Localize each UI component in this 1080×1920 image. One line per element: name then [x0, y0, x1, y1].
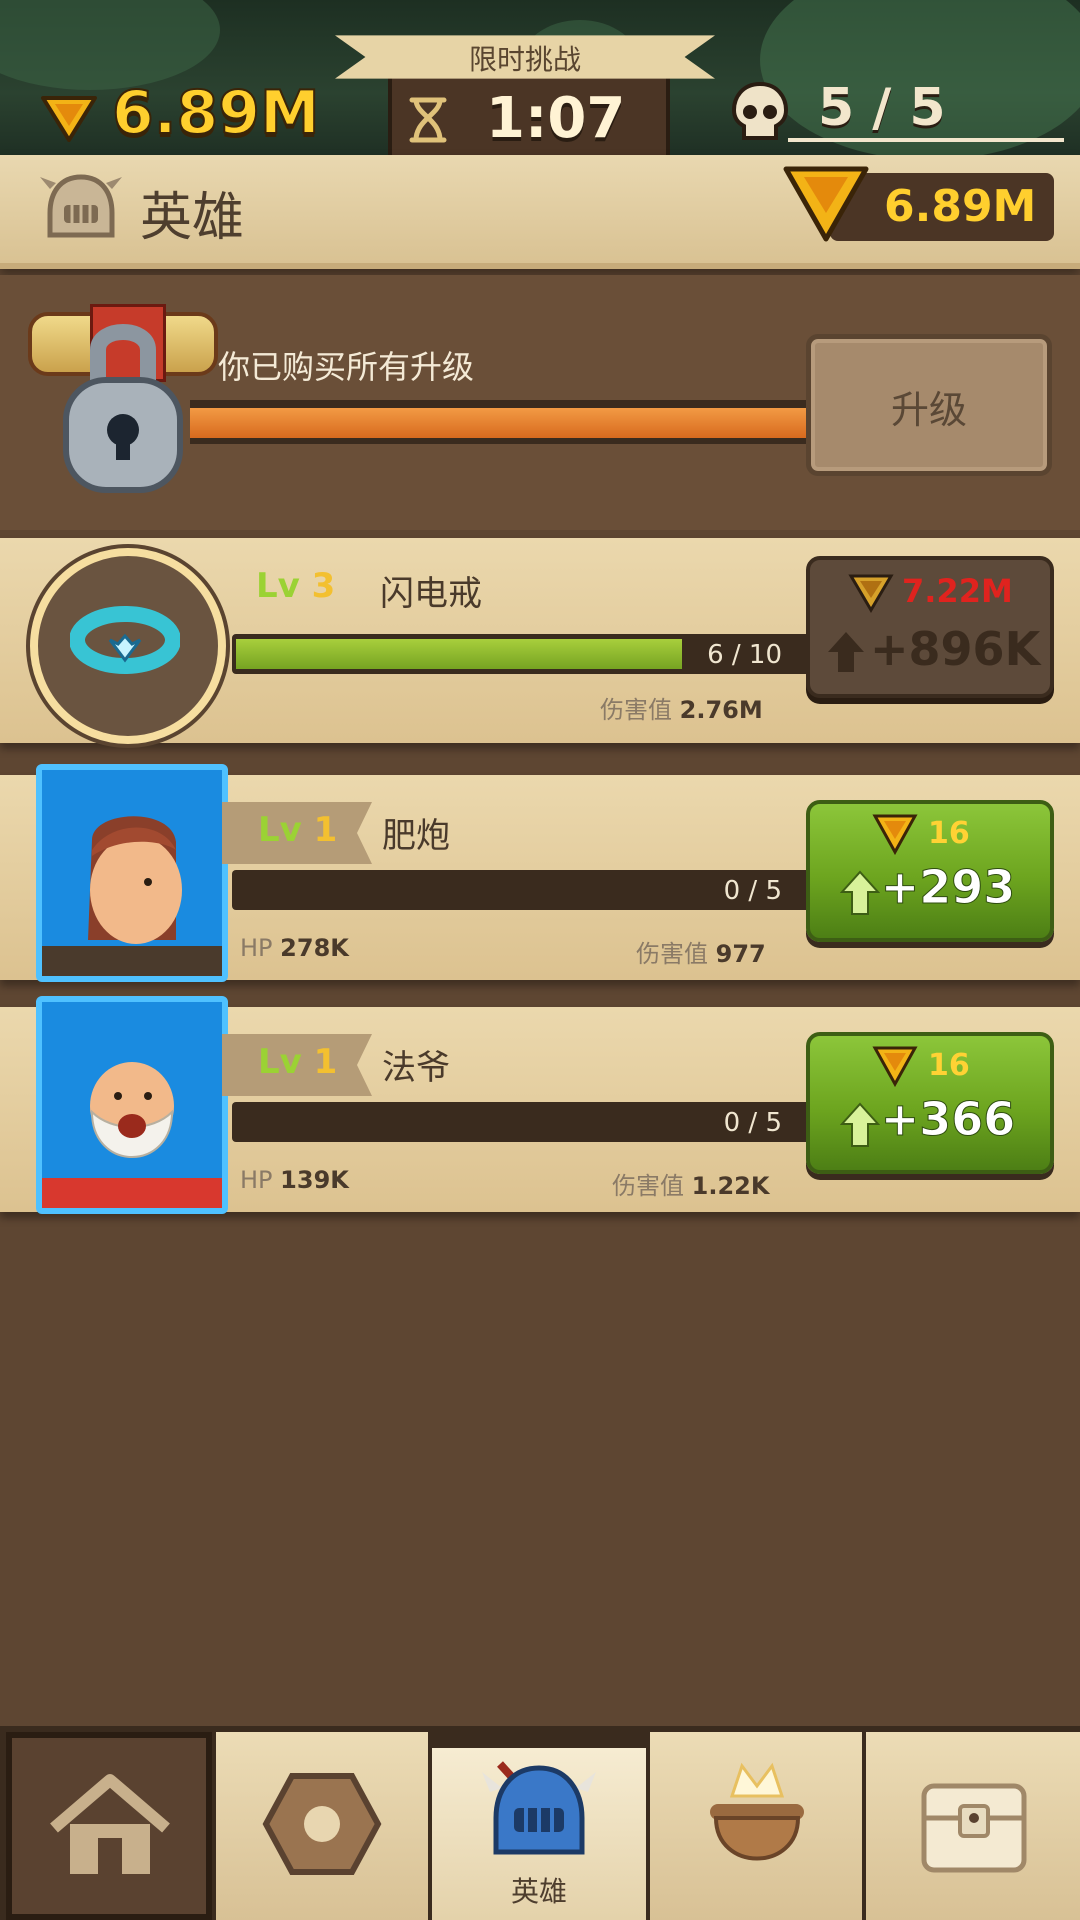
skull-count: 5 / 5	[818, 78, 946, 138]
ring-upgrade-button[interactable]: 7.22M +896K	[806, 556, 1054, 698]
nav-tab-heroes-label: 英雄	[510, 1875, 567, 1908]
header-gold-amount: 6.89M	[884, 181, 1037, 232]
hero-2-level-number: 1	[313, 1042, 338, 1082]
page-title: 英雄	[140, 188, 245, 248]
hero-1-hp-value: 278K	[280, 934, 349, 962]
hero-2-name: 法爷	[382, 1048, 450, 1088]
hero-helmet-icon	[482, 1761, 596, 1855]
hero-1-gain: +293	[880, 860, 1016, 915]
rune-icon	[262, 1773, 382, 1875]
hero-2-hp-value: 139K	[280, 1166, 349, 1194]
ring-level-number: 3	[311, 566, 336, 606]
hero-2-portrait	[36, 996, 228, 1214]
gem-icon	[41, 96, 97, 142]
padlock-icon	[63, 324, 183, 493]
hero-2-level: Lv 1	[258, 1042, 337, 1082]
hero-1-damage-value: 977	[715, 940, 766, 968]
hero-1-upgrade-button[interactable]: 16 +293	[806, 800, 1054, 942]
hero-1-face-icon	[88, 816, 182, 944]
hero-2-hp-strip	[42, 1178, 222, 1208]
upgrade-progress-fill	[190, 408, 810, 438]
arrow-up-icon	[828, 632, 864, 672]
ring-level: Lv 3	[256, 566, 335, 606]
ring-damage-value: 2.76M	[679, 696, 763, 724]
hero-1-hp-strip	[42, 946, 222, 976]
challenge-label: 限时挑战	[468, 43, 581, 76]
hero-1-progress-text: 0 / 5	[723, 876, 782, 906]
ring-gain: +896K	[870, 622, 1041, 676]
hero-1-hp: HP 278K	[240, 934, 349, 962]
hero-2-level-prefix: Lv	[258, 1042, 302, 1082]
ring-cost: 7.22M	[902, 572, 1013, 610]
page-header: 英雄 6.89M	[0, 155, 1080, 269]
hero-2-face-icon	[90, 1062, 174, 1158]
ring-icon	[70, 606, 180, 674]
hero-1-level: Lv 1	[258, 810, 337, 850]
cauldron-icon	[710, 1762, 804, 1861]
helmet-icon	[40, 174, 122, 238]
ring-progress-text: 6 / 10	[707, 640, 782, 670]
ring-name: 闪电戒	[380, 574, 482, 614]
upgrade-message: 你已购买所有升级	[218, 348, 475, 386]
ring-level-prefix: Lv	[256, 566, 300, 606]
gem-icon	[783, 166, 869, 242]
hero-2-gain: +366	[880, 1092, 1016, 1147]
ring-damage: 伤害值 2.76M	[600, 690, 763, 725]
gem-icon	[872, 814, 918, 856]
skull-icon	[731, 81, 789, 140]
ring-damage-label: 伤害值	[600, 696, 672, 724]
hero-1-hp-label: HP	[240, 934, 273, 962]
hero-2-damage-value: 1.22K	[691, 1172, 770, 1200]
hero-2-damage: 伤害值 1.22K	[612, 1166, 769, 1201]
gem-icon	[872, 1046, 918, 1088]
nav-tab-rune[interactable]	[216, 1732, 428, 1920]
hero-1-name: 肥炮	[382, 816, 450, 856]
hero-2-upgrade-button[interactable]: 16 +366	[806, 1032, 1054, 1174]
hero-1-cost: 16	[928, 816, 970, 851]
nav-tab-chest[interactable]	[866, 1732, 1080, 1920]
hourglass-icon	[409, 97, 447, 143]
treasure-chest-icon	[921, 1783, 1027, 1873]
hero-2-hp: HP 139K	[240, 1166, 349, 1194]
hero-2-damage-label: 伤害值	[612, 1172, 684, 1200]
upgrade-button-label: 升级	[890, 388, 967, 432]
home-icon	[50, 1774, 170, 1874]
nav-tab-home[interactable]	[6, 1732, 212, 1920]
hero-2-progress-text: 0 / 5	[723, 1108, 782, 1138]
top-gold-amount: 6.89M	[111, 77, 321, 149]
hero-1-portrait	[36, 764, 228, 982]
hero-1-damage-label: 伤害值	[636, 940, 708, 968]
hero-2-cost: 16	[928, 1048, 970, 1083]
nav-tab-cauldron[interactable]	[650, 1732, 862, 1920]
skull-count-underline	[788, 138, 1064, 142]
hero-1-level-number: 1	[313, 810, 338, 850]
gem-icon	[848, 574, 894, 613]
hero-1-level-prefix: Lv	[258, 810, 302, 850]
challenge-timer: 1:07	[486, 86, 626, 151]
hero-1-damage: 伤害值 977	[636, 934, 766, 969]
upgrade-button[interactable]: 升级	[806, 334, 1052, 476]
nav-tab-heroes[interactable]: 英雄	[432, 1748, 646, 1920]
hero-2-hp-label: HP	[240, 1166, 273, 1194]
top-status-bar: 6.89M 限时挑战 1:07 5 / 5	[0, 0, 1080, 155]
